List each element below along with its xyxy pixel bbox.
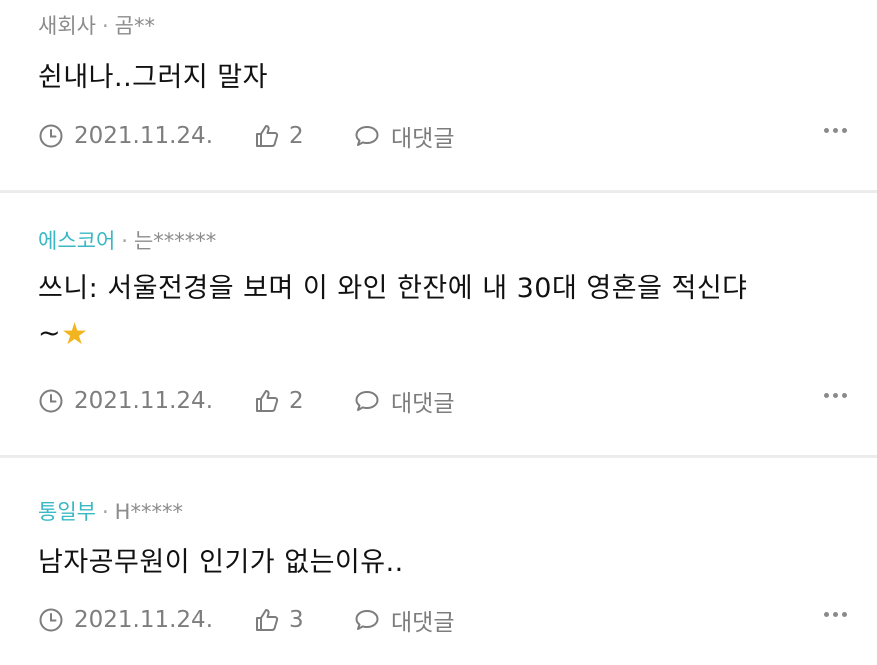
comment-item: 에스코어 · 는****** 쓰니: 서울전경을 보며 이 와인 한잔에 내 30대… [0,193,877,455]
meta-separator: · [121,229,128,253]
comment-list: 새회사 · 곰** 쉰내나..그러지 말자 2021.11.24. 2 대댓글 에스… [0,0,877,665]
comment-actions: 2021.11.24. 2 대댓글 [38,385,847,417]
more-dots-icon[interactable] [824,393,847,398]
comment-date: 2021.11.24. [38,123,253,149]
meta-separator: · [101,500,109,524]
date-text: 2021.11.24. [74,123,213,149]
speech-bubble-icon [355,126,379,146]
clock-icon [39,608,63,632]
comment-date: 2021.11.24. [38,388,253,414]
clock-icon [39,124,63,148]
meta-separator: · [101,14,109,38]
more-dots-icon[interactable] [824,612,847,617]
comment-date: 2021.11.24. [38,607,253,633]
reply-button[interactable]: 대댓글 [353,603,454,637]
reply-label: 대댓글 [391,391,455,417]
board-name[interactable]: 에스코어 [38,229,115,253]
comment-item: 통일부 · H***** 남자공무원이 인기가 없는이유.. 2021.11.24.… [0,458,877,665]
like-count: 2 [289,123,304,149]
comment-text-line2: ~ [38,318,62,349]
like-button[interactable]: 2 [253,387,353,415]
date-text: 2021.11.24. [74,388,213,414]
board-name[interactable]: 통일부 [38,500,96,524]
like-count: 2 [289,388,304,414]
comment-meta: 새회사 · 곰** [38,13,155,39]
comment-text: 쓰니: 서울전경을 보며 이 와인 한잔에 내 30대 영혼을 적신댜 ~★ [38,266,817,357]
nickname: H***** [114,500,183,524]
like-count: 3 [289,607,304,633]
speech-bubble-icon [355,610,379,630]
comment-text: 남자공무원이 인기가 없는이유.. [38,547,404,578]
like-button[interactable]: 2 [253,122,353,150]
reply-label: 대댓글 [391,126,455,152]
comment-text: 쉰내나..그러지 말자 [38,62,268,93]
reply-button[interactable]: 대댓글 [353,119,454,153]
like-button[interactable]: 3 [253,606,353,634]
comment-meta: 통일부 · H***** [38,499,183,525]
more-dots-icon[interactable] [824,128,847,133]
star-icon: ★ [61,317,89,352]
speech-bubble-icon [355,391,379,411]
board-name[interactable]: 새회사 [38,14,96,38]
date-text: 2021.11.24. [74,607,213,633]
nickname: 곰** [114,14,155,38]
clock-icon [39,389,63,413]
comment-actions: 2021.11.24. 3 대댓글 [38,604,847,636]
comment-text-line1: 쓰니: 서울전경을 보며 이 와인 한잔에 내 30대 영혼을 적신댜 [38,273,748,304]
reply-button[interactable]: 대댓글 [353,384,454,418]
thumbs-up-icon [256,609,279,631]
comment-meta: 에스코어 · 는****** [38,228,216,254]
thumbs-up-icon [256,125,279,147]
reply-label: 대댓글 [391,610,455,636]
comment-actions: 2021.11.24. 2 대댓글 [38,120,847,152]
thumbs-up-icon [256,390,279,412]
nickname: 는****** [133,229,217,253]
comment-item: 새회사 · 곰** 쉰내나..그러지 말자 2021.11.24. 2 대댓글 [0,0,877,190]
